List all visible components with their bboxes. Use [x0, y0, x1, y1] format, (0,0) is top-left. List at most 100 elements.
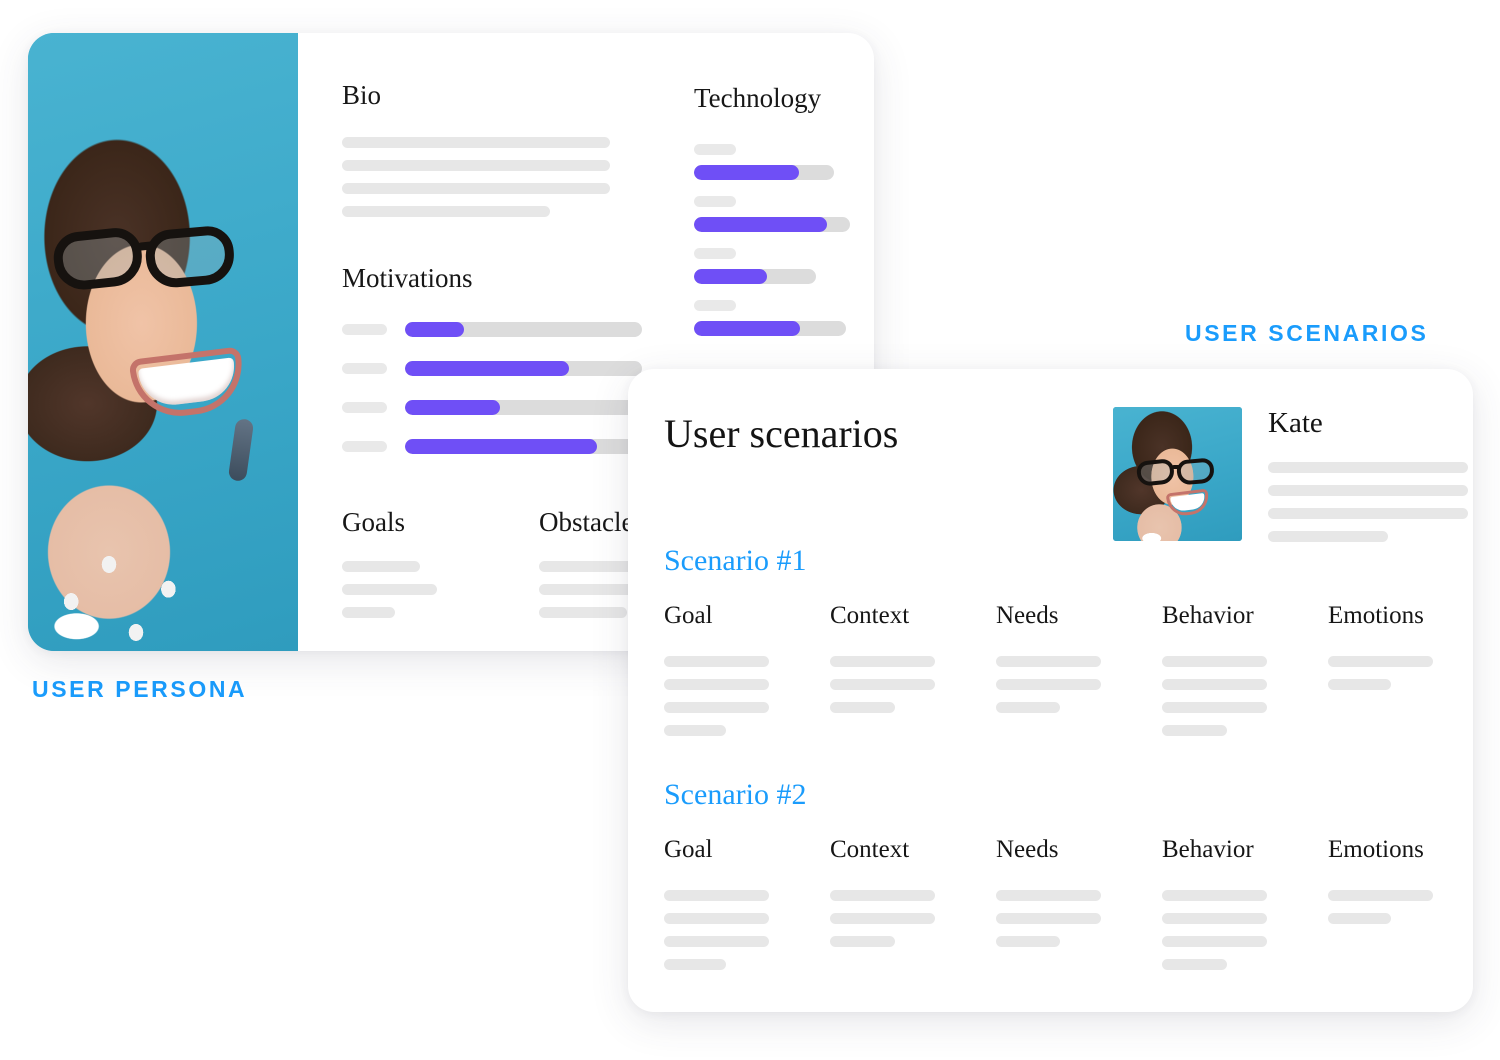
scenario-column-header: Goal [664, 602, 713, 629]
placeholder-line [996, 913, 1101, 924]
scenario-column: Context [830, 836, 996, 970]
bio-title: Bio [342, 80, 382, 110]
motivation-bar-row [342, 361, 642, 376]
placeholder-line [1268, 485, 1468, 496]
placeholder-line [342, 561, 420, 572]
scenario-column-header: Needs [996, 602, 1059, 629]
placeholder-line [664, 913, 769, 924]
technology-bar-track [694, 165, 834, 180]
motivation-bar-fill [405, 400, 500, 415]
motivation-bar-label [342, 402, 387, 413]
placeholder-line [830, 913, 935, 924]
placeholder-line [1162, 913, 1267, 924]
user-scenarios-card: User scenarios Kate Scenario #1 Goal Cont… [628, 369, 1473, 1012]
technology-section: Technology [694, 83, 894, 336]
avatar-glasses-icon [1135, 457, 1223, 487]
scenario-block-1: Scenario #1 Goal Context Needs Behavior Emot… [664, 544, 1454, 736]
scenario-column-header: Emotions [1328, 602, 1424, 629]
motivation-bar-track [405, 400, 642, 415]
placeholder-line [1328, 890, 1433, 901]
scenario-1-columns: Goal Context Needs Behavior Emotions [664, 602, 1454, 736]
scenario-2-heading: Scenario #2 [664, 778, 807, 811]
placeholder-line [1162, 936, 1267, 947]
goals-title: Goals [342, 507, 405, 537]
placeholder-line [996, 679, 1101, 690]
placeholder-line [996, 702, 1060, 713]
scenario-column-header: Behavior [1162, 602, 1254, 629]
placeholder-line [1162, 890, 1267, 901]
placeholder-line [1162, 725, 1227, 736]
placeholder-line [830, 890, 935, 901]
bio-section: Bio [342, 80, 632, 217]
persona-avatar [1113, 407, 1242, 541]
scenarios-persona-summary: Kate [1113, 407, 1468, 542]
motivation-bar-label [342, 324, 387, 335]
placeholder-line [830, 656, 935, 667]
scenario-column: Needs [996, 602, 1162, 736]
placeholder-line [342, 183, 610, 194]
motivation-bar-track [405, 361, 642, 376]
glasses-icon [51, 224, 269, 293]
placeholder-line [830, 936, 895, 947]
technology-bar-fill [694, 321, 801, 336]
technology-title: Technology [694, 83, 822, 113]
motivation-bar-row [342, 322, 642, 337]
persona-photo-art [28, 33, 298, 651]
scenario-column-header: Context [830, 836, 910, 863]
placeholder-line [342, 160, 610, 171]
placeholder-line [342, 584, 437, 595]
scenario-2-columns: Goal Context Needs Behavior Emotions [664, 836, 1454, 970]
avatar-right-lens [1175, 457, 1216, 486]
motivation-bar-track [405, 322, 642, 337]
technology-bar-track [694, 269, 816, 284]
technology-bar-label [694, 196, 736, 207]
user-scenarios-caption: USER SCENARIOS [1185, 320, 1429, 346]
technology-bar-fill [694, 269, 768, 284]
placeholder-line [1162, 656, 1267, 667]
scenario-column: Goal [664, 602, 830, 736]
placeholder-line [664, 679, 769, 690]
scenario-column-header: Needs [996, 836, 1059, 863]
persona-description-lines [1268, 462, 1468, 542]
technology-bar-fill [694, 217, 827, 232]
technology-bar-fill [694, 165, 799, 180]
technology-bar-row [694, 248, 894, 284]
technology-bar-row [694, 300, 894, 336]
placeholder-line [342, 206, 550, 217]
scenario-column-header: Emotions [1328, 836, 1424, 863]
scenario-column: Emotions [1328, 836, 1494, 970]
placeholder-line [664, 936, 769, 947]
goals-obstacles-section: Goals Obstacles [342, 507, 674, 618]
placeholder-line [830, 702, 895, 713]
motivations-bar-list [342, 322, 642, 454]
scenario-column-header: Behavior [1162, 836, 1254, 863]
placeholder-line [539, 607, 627, 618]
motivation-bar-track [405, 439, 642, 454]
user-persona-caption: USER PERSONA [32, 676, 248, 702]
placeholder-line [664, 702, 769, 713]
goals-placeholder-lines [342, 561, 477, 618]
placeholder-line [1328, 656, 1433, 667]
placeholder-line [342, 607, 395, 618]
motivation-bar-row [342, 439, 642, 454]
scenario-column: Goal [664, 836, 830, 970]
motivation-bar-row [342, 400, 642, 415]
placeholder-line [342, 137, 610, 148]
technology-bar-label [694, 144, 736, 155]
motivation-bar-fill [405, 439, 597, 454]
technology-bar-track [694, 217, 850, 232]
technology-bar-list [694, 144, 894, 336]
placeholder-line [1162, 959, 1227, 970]
placeholder-line [996, 936, 1060, 947]
placeholder-line [664, 725, 726, 736]
glasses-left-lens [51, 225, 145, 293]
persona-photo [28, 33, 298, 651]
technology-bar-row [694, 144, 894, 180]
goals-column: Goals [342, 507, 477, 618]
placeholder-line [1162, 679, 1267, 690]
technology-bar-track [694, 321, 846, 336]
persona-name-block: Kate [1268, 407, 1468, 542]
avatar-left-lens [1135, 458, 1176, 487]
scenario-column: Behavior [1162, 836, 1328, 970]
placeholder-line [1328, 913, 1391, 924]
